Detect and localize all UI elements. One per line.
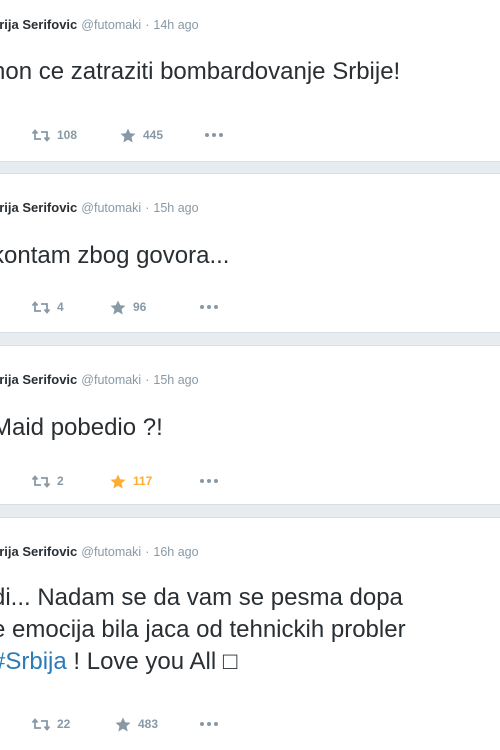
tweet-text-line: di... Nadam se da vam se pesma dopa	[0, 584, 403, 611]
timestamp[interactable]: 16h ago	[153, 545, 198, 559]
favorite-button[interactable]: 445	[120, 126, 163, 144]
tweet-header: arija Serifovic @futomaki · 15h ago	[0, 372, 199, 387]
hashtag-link[interactable]: #Srbija	[0, 648, 67, 675]
missing-glyph: □	[222, 648, 238, 675]
retweet-icon	[32, 474, 50, 488]
favorite-count: 96	[133, 300, 147, 314]
favorite-button-active[interactable]: 117	[110, 472, 152, 490]
more-button[interactable]	[204, 126, 224, 144]
favorite-button[interactable]: 96	[110, 298, 146, 316]
retweet-count: 2	[57, 474, 64, 488]
tweet-text-line: #Srbija ! Love you All □	[0, 646, 406, 678]
star-icon	[110, 300, 126, 315]
more-dots-icon	[199, 478, 219, 484]
tweet-text-segment: ! Love you All	[66, 648, 223, 675]
tweet-actions: 108 445	[0, 126, 292, 144]
tweet-header: arija Serifovic @futomaki · 14h ago	[0, 17, 199, 32]
tweet-text: kontam zbog govora...	[0, 242, 230, 269]
tweet-text: hon ce zatraziti bombardovanje Srbije!	[0, 58, 401, 85]
tweet-card[interactable]: arija Serifovic @futomaki · 15h ago kontam …	[0, 173, 500, 333]
more-button[interactable]	[199, 472, 219, 490]
star-icon	[115, 717, 131, 732]
more-dots-icon	[199, 721, 219, 727]
timestamp[interactable]: 15h ago	[153, 373, 198, 387]
tweet-text: di... Nadam se da vam se pesma dopa e em…	[0, 582, 406, 678]
retweet-button[interactable]: 2	[32, 472, 64, 490]
author-name[interactable]: arija Serifovic	[0, 17, 77, 32]
favorite-button[interactable]: 483	[115, 715, 158, 733]
author-name[interactable]: arija Serifovic	[0, 372, 77, 387]
retweet-button[interactable]: 4	[32, 298, 64, 316]
tweet-header: arija Serifovic @futomaki · 16h ago	[0, 544, 199, 559]
author-handle[interactable]: @futomaki	[81, 18, 141, 32]
author-handle[interactable]: @futomaki	[81, 373, 141, 387]
tweet-text-line: e emocija bila jaca od tehnickih probler	[0, 616, 406, 643]
separator-dot: ·	[145, 18, 150, 32]
author-name[interactable]: arija Serifovic	[0, 200, 77, 215]
separator-dot: ·	[145, 545, 150, 559]
tweet-actions: 22 483	[0, 715, 292, 733]
retweet-count: 22	[57, 717, 71, 731]
separator-dot: ·	[145, 373, 150, 387]
favorite-count: 445	[143, 128, 164, 142]
retweet-icon	[32, 300, 50, 314]
timestamp[interactable]: 14h ago	[153, 18, 198, 32]
separator-dot: ·	[145, 201, 150, 215]
timestamp[interactable]: 15h ago	[153, 201, 198, 215]
retweet-icon	[32, 717, 50, 731]
tweet-text: Maid pobedio ?!	[0, 414, 163, 441]
retweet-button[interactable]: 108	[32, 126, 77, 144]
tweet-actions: 4 96	[0, 298, 292, 316]
favorite-count: 483	[138, 717, 159, 731]
author-handle[interactable]: @futomaki	[81, 201, 141, 215]
tweet-card[interactable]: arija Serifovic @futomaki · 14h ago hon ce …	[0, 0, 500, 162]
author-handle[interactable]: @futomaki	[81, 545, 141, 559]
star-icon	[120, 128, 136, 143]
more-dots-icon	[204, 132, 224, 138]
retweet-count: 108	[57, 128, 78, 142]
tweet-timeline: arija Serifovic @futomaki · 14h ago hon ce …	[0, 0, 500, 750]
retweet-button[interactable]: 22	[32, 715, 70, 733]
more-button[interactable]	[199, 298, 219, 316]
more-button[interactable]	[199, 715, 219, 733]
tweet-header: arija Serifovic @futomaki · 15h ago	[0, 200, 199, 215]
star-icon	[110, 474, 126, 489]
tweet-card[interactable]: arija Serifovic @futomaki · 16h ago di... N…	[0, 517, 500, 750]
retweet-icon	[32, 128, 50, 142]
retweet-count: 4	[57, 300, 64, 314]
favorite-count: 117	[133, 474, 153, 488]
author-name[interactable]: arija Serifovic	[0, 544, 77, 559]
tweet-card[interactable]: arija Serifovic @futomaki · 15h ago Maid po…	[0, 345, 500, 505]
tweet-actions: 2 117	[0, 472, 292, 490]
more-dots-icon	[199, 304, 219, 310]
